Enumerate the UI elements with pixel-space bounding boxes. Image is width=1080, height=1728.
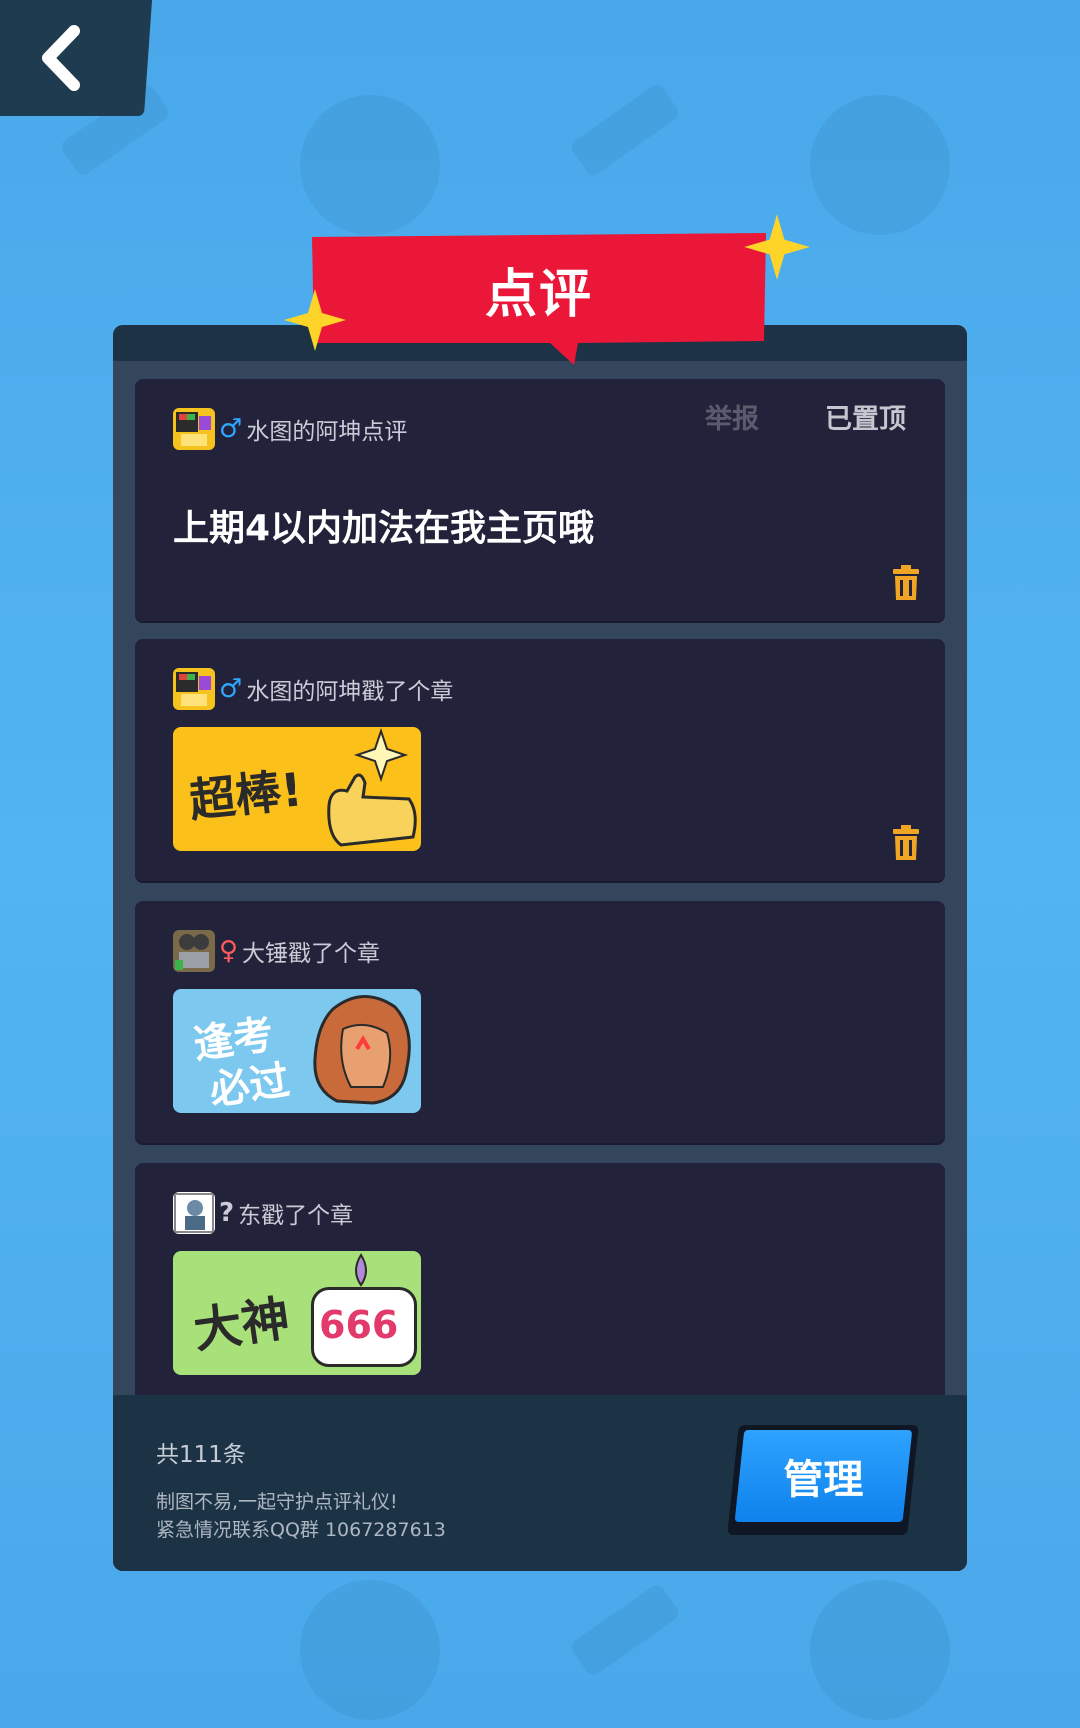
back-button[interactable]: [0, 0, 153, 116]
trash-icon[interactable]: [891, 565, 921, 601]
page-title: 点评: [484, 264, 593, 325]
review-card: ? 东戳了个章 大神 666: [135, 1163, 945, 1405]
thumbs-up-icon: [327, 727, 417, 847]
review-header: ♂ 水图的阿坤戳了个章: [173, 667, 453, 711]
username[interactable]: 水图的阿坤点评: [246, 412, 407, 446]
avatar[interactable]: [173, 668, 215, 710]
panel-footer: 共111条 制图不易,一起守护点评礼仪! 紧急情况联系QQ群 106728761…: [113, 1395, 967, 1571]
sticker-text: 必过: [206, 1057, 293, 1113]
manage-label: 管理: [783, 1457, 864, 1503]
sticker-great: 超棒!: [173, 727, 421, 851]
gender-icon: ♂: [219, 674, 243, 704]
gender-icon: ?: [219, 1198, 235, 1228]
etiquette-note: 制图不易,一起守护点评礼仪!: [156, 1491, 398, 1513]
sticker-exam-pass: 逢考 必过: [173, 989, 421, 1113]
trash-icon[interactable]: [891, 825, 921, 861]
sticker-text: 大神: [190, 1290, 294, 1360]
drop-icon: [355, 1253, 367, 1287]
sparkle-icon: [744, 214, 810, 280]
review-header: ? 东戳了个章: [173, 1191, 353, 1235]
title-banner: 点评: [310, 233, 768, 365]
sticker-text: 超棒!: [186, 762, 305, 828]
review-card: ♂ 水图的阿坤戳了个章 超棒!: [135, 639, 945, 881]
review-card: ♀ 大锤戳了个章 逢考 必过: [135, 901, 945, 1143]
review-card: ♂ 水图的阿坤点评 举报 已置顶 上期4以内加法在我主页哦: [135, 379, 945, 621]
review-list[interactable]: ♂ 水图的阿坤点评 举报 已置顶 上期4以内加法在我主页哦 ♂ 水图的阿坤戳了个…: [113, 361, 967, 1571]
review-header: ♂ 水图的阿坤点评: [173, 407, 407, 451]
sparkle-icon: [284, 289, 346, 351]
contact-note: 紧急情况联系QQ群 1067287613: [156, 1519, 446, 1541]
sticker-badge-text: 666: [319, 1303, 399, 1347]
review-count: 共111条: [156, 1442, 246, 1468]
manage-button[interactable]: 管理: [727, 1425, 919, 1535]
sticker-great-god: 大神 666: [173, 1251, 421, 1375]
username[interactable]: 大锤戳了个章: [242, 934, 380, 968]
avatar[interactable]: [173, 1192, 215, 1234]
gender-icon: ♂: [219, 414, 243, 444]
pinned-label[interactable]: 已置顶: [825, 397, 906, 436]
username[interactable]: 水图的阿坤戳了个章: [246, 672, 453, 706]
review-panel: ♂ 水图的阿坤点评 举报 已置顶 上期4以内加法在我主页哦 ♂ 水图的阿坤戳了个…: [113, 325, 967, 1571]
chevron-left-icon: [42, 25, 80, 91]
review-text: 上期4以内加法在我主页哦: [173, 508, 595, 549]
lion-praying-icon: [313, 995, 411, 1105]
avatar[interactable]: [173, 408, 215, 450]
username[interactable]: 东戳了个章: [238, 1196, 353, 1230]
report-button[interactable]: 举报: [705, 397, 759, 436]
avatar[interactable]: [173, 930, 215, 972]
gender-icon: ♀: [219, 936, 239, 966]
review-header: ♀ 大锤戳了个章: [173, 929, 380, 973]
